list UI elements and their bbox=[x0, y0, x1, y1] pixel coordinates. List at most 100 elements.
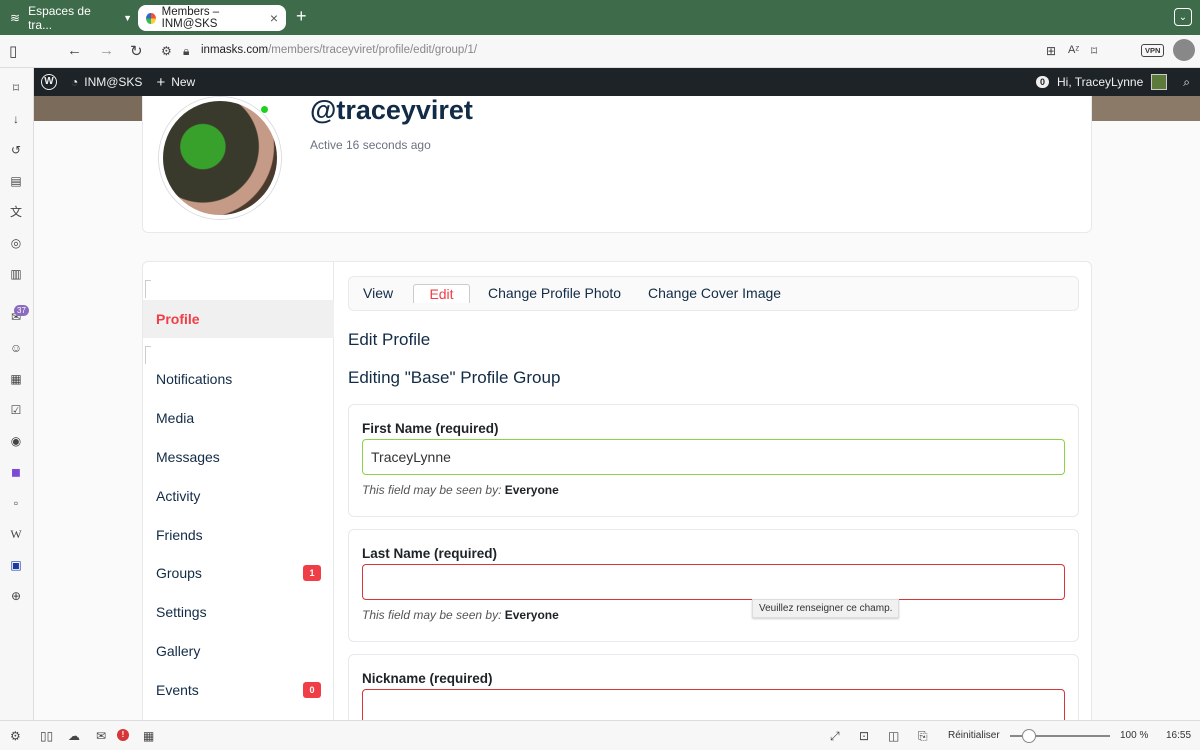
subnav-item-notifications[interactable]: Notifications bbox=[143, 360, 334, 398]
contacts-icon[interactable]: ☺ bbox=[8, 340, 24, 356]
last-name-visibility: This field may be seen by: Everyone bbox=[362, 608, 559, 622]
back-icon[interactable]: ← bbox=[67, 42, 82, 59]
bookmarks-icon[interactable]: ⌑ bbox=[8, 80, 24, 96]
groups-count-badge: 1 bbox=[303, 565, 321, 581]
tab-change-cover-image[interactable]: Change Cover Image bbox=[648, 285, 781, 301]
profile-tabs: View Edit Change Profile Photo Change Co… bbox=[348, 276, 1079, 311]
subnav-label: Gallery bbox=[156, 643, 201, 659]
add-panel-icon[interactable]: ⊕ bbox=[8, 588, 24, 604]
tab-title: Members – INM@SKS bbox=[161, 6, 220, 30]
reader-view-icon[interactable]: ◫ bbox=[888, 729, 899, 743]
new-label: New bbox=[171, 75, 196, 89]
first-name-input[interactable] bbox=[362, 439, 1065, 475]
site-settings-icon[interactable]: ⚙ bbox=[161, 44, 172, 58]
notes-icon[interactable]: ▤ bbox=[8, 173, 24, 189]
admin-avatar[interactable] bbox=[1151, 74, 1168, 90]
book-icon[interactable]: ▥ bbox=[8, 266, 24, 282]
subnav-label: Friends bbox=[156, 527, 203, 543]
online-status-dot bbox=[260, 105, 269, 114]
tab-edit[interactable]: Edit bbox=[413, 284, 470, 303]
page-actions-icon[interactable]: ⎘ bbox=[918, 729, 928, 744]
panels-icon[interactable]: ▯▯ bbox=[40, 729, 53, 743]
nickname-input[interactable] bbox=[362, 689, 1065, 720]
mail-icon[interactable]: ✉ bbox=[96, 729, 106, 743]
workspaces-button[interactable]: ≋ Espaces de tra... ▼ bbox=[0, 4, 138, 32]
subnav-label: Profile bbox=[156, 311, 200, 327]
events-count-badge: 0 bbox=[303, 682, 321, 698]
page-icon[interactable]: ▫ bbox=[8, 495, 24, 511]
close-tab-icon[interactable]: × bbox=[270, 10, 278, 26]
vpn-button[interactable]: VPN bbox=[1141, 44, 1165, 57]
settings-icon[interactable]: ⚙ bbox=[10, 729, 21, 743]
wp-logo-button[interactable]: W bbox=[34, 74, 64, 90]
visibility-value[interactable]: Everyone bbox=[505, 608, 559, 622]
mastodon-icon[interactable]: ◼ bbox=[8, 464, 24, 480]
subnav-label: Events bbox=[156, 682, 199, 698]
notification-count[interactable]: 0 bbox=[1035, 76, 1049, 88]
last-name-label: Last Name (required) bbox=[362, 546, 498, 561]
first-name-visibility: This field may be seen by: Everyone bbox=[362, 483, 559, 497]
new-tab-button[interactable]: + bbox=[296, 6, 307, 27]
tab-change-profile-photo[interactable]: Change Profile Photo bbox=[488, 285, 621, 301]
nickname-field-group: Nickname (required) bbox=[348, 654, 1079, 720]
wikipedia-icon[interactable]: W bbox=[8, 526, 24, 542]
last-name-input[interactable] bbox=[362, 564, 1065, 600]
eu-flag-icon[interactable]: ▣ bbox=[8, 557, 24, 573]
translate-panel-icon[interactable]: 文 bbox=[8, 204, 24, 220]
subnav-item-profile[interactable]: Profile bbox=[143, 300, 334, 338]
subnav-label: Settings bbox=[156, 604, 207, 620]
subnav-label: Groups bbox=[156, 565, 202, 581]
subnav-item-media[interactable]: Media bbox=[143, 399, 334, 437]
subnav-label: Activity bbox=[156, 488, 201, 504]
first-name-label: First Name (required) bbox=[362, 421, 499, 436]
chevron-down-icon: ▼ bbox=[123, 12, 132, 23]
subnav-item-gallery[interactable]: Gallery bbox=[143, 632, 334, 670]
subnav-item-groups[interactable]: Groups 1 bbox=[143, 554, 334, 592]
forward-icon[interactable]: → bbox=[99, 42, 114, 59]
calendar-panel-icon[interactable]: ▦ bbox=[8, 371, 24, 387]
zoom-reset-button[interactable]: Réinitialiser bbox=[948, 730, 1000, 741]
subnav-item-activity[interactable]: Activity bbox=[143, 477, 334, 515]
new-content-link[interactable]: + New bbox=[149, 74, 202, 91]
address-bar[interactable]: inmasks.com/members/traceyviret/profile/… bbox=[201, 44, 477, 56]
reload-icon[interactable]: ↻ bbox=[130, 42, 143, 60]
window-menu-button[interactable]: ⌄ bbox=[1174, 8, 1192, 26]
cloud-sync-icon[interactable]: ☁ bbox=[68, 729, 80, 743]
translate-icon[interactable]: Aᶻ bbox=[1068, 44, 1079, 56]
subnav-item-friends[interactable]: Friends bbox=[143, 516, 334, 554]
last-name-field-group: Last Name (required) This field may be s… bbox=[348, 529, 1079, 642]
visibility-value[interactable]: Everyone bbox=[505, 483, 559, 497]
history-icon[interactable]: ↺ bbox=[8, 142, 24, 158]
layers-icon: ≋ bbox=[10, 10, 21, 25]
subnav-item-settings[interactable]: Settings bbox=[143, 593, 334, 631]
clock: 16:55 bbox=[1166, 730, 1192, 741]
profile-subnav: Profile Notifications Media Messages Act… bbox=[143, 262, 334, 720]
subnav-label: Messages bbox=[156, 449, 220, 465]
workspace-label: Espaces de tra... bbox=[28, 3, 91, 32]
visibility-prefix: This field may be seen by: bbox=[362, 483, 502, 497]
capture-icon[interactable]: ⊡ bbox=[859, 729, 869, 743]
subnav-item-events[interactable]: Events 0 bbox=[143, 671, 334, 709]
feeds-icon[interactable]: ◉ bbox=[8, 433, 24, 449]
browser-sidebar: ⌑ ↓ ↺ ▤ 文 ◎ ▥ ✉ 37 ☺ ▦ ☑ ◉ ◼ ▫ W ▣ ⊕ bbox=[0, 68, 34, 720]
reading-list-icon[interactable]: ◎ bbox=[8, 235, 24, 251]
page-tiling-icon[interactable]: ⤢ bbox=[830, 729, 840, 744]
zoom-slider-handle[interactable] bbox=[1022, 729, 1036, 743]
site-name-link[interactable]: ◔ INM@SKS bbox=[64, 75, 149, 89]
calendar-icon[interactable]: ▦ bbox=[143, 729, 154, 743]
panel-toggle-icon[interactable]: ▯ bbox=[9, 42, 17, 60]
browser-statusbar: ⚙ ▯▯ ☁ ✉ ! ▦ ⤢ ⊡ ◫ ⎘ Réinitialiser 100 %… bbox=[0, 720, 1200, 750]
browser-tab-active[interactable]: Members – INM@SKS × bbox=[138, 5, 286, 31]
tab-view[interactable]: View bbox=[363, 285, 393, 301]
tasks-icon[interactable]: ☑ bbox=[8, 402, 24, 418]
visibility-prefix: This field may be seen by: bbox=[362, 608, 502, 622]
downloads-icon[interactable]: ↓ bbox=[8, 111, 24, 127]
search-icon[interactable]: ⌕ bbox=[1183, 75, 1190, 90]
bookmark-icon[interactable]: ⌑ bbox=[1091, 44, 1097, 58]
account-greeting[interactable]: Hi, TraceyLynne bbox=[1057, 75, 1143, 89]
cover-image-right bbox=[1092, 96, 1200, 121]
subnav-item-messages[interactable]: Messages bbox=[143, 438, 334, 476]
rss-icon[interactable]: ⊞ bbox=[1046, 44, 1056, 58]
user-profile-icon[interactable] bbox=[1173, 39, 1195, 61]
url-path: /members/traceyviret/profile/edit/group/… bbox=[268, 44, 478, 56]
